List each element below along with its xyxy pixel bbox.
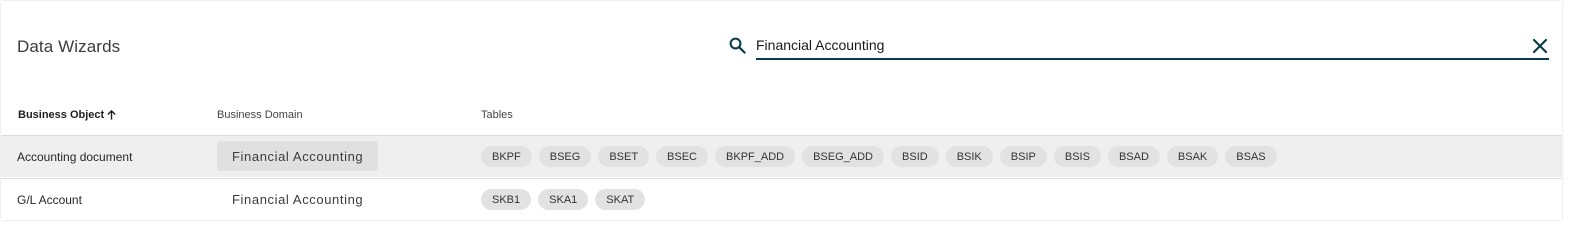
page-title: Data Wizards xyxy=(17,37,121,56)
column-header-tables[interactable]: Tables xyxy=(481,108,513,122)
column-header-business-object[interactable]: Business Object xyxy=(18,108,117,122)
column-header-label: Business Object xyxy=(18,109,105,121)
table-tag[interactable]: SKA1 xyxy=(538,189,589,210)
search-field[interactable] xyxy=(756,32,1549,60)
table-tag[interactable]: SKB1 xyxy=(481,189,532,210)
tables-list: BKPF BSEG BSET BSEC BKPF_ADD BSEG_ADD BS… xyxy=(481,146,1277,167)
data-wizards-panel: Data Wizards Business Object Business Do… xyxy=(1,1,1562,220)
table-row[interactable]: G/L Account Financial Accounting SKB1 SK… xyxy=(1,178,1562,220)
table-tag[interactable]: BKPF_ADD xyxy=(715,146,796,167)
search-input[interactable] xyxy=(756,34,1516,56)
table-tag[interactable]: BSEG xyxy=(538,146,592,167)
search-icon[interactable] xyxy=(728,36,747,55)
table-tag[interactable]: BSIS xyxy=(1053,146,1101,167)
close-icon[interactable] xyxy=(1532,38,1548,54)
table-tag[interactable]: BSET xyxy=(598,146,650,167)
table-tag[interactable]: BSAK xyxy=(1166,146,1219,167)
column-header-label: Tables xyxy=(481,109,513,121)
table-tag[interactable]: BKPF xyxy=(481,146,532,167)
table-tag[interactable]: BSIK xyxy=(945,146,993,167)
table-tag[interactable]: BSAS xyxy=(1225,146,1277,167)
table-tag[interactable]: BSEG_ADD xyxy=(802,146,885,167)
table-tag[interactable]: BSID xyxy=(891,146,939,167)
table-tag[interactable]: BSEC xyxy=(656,146,709,167)
column-header-business-domain[interactable]: Business Domain xyxy=(217,108,303,122)
sort-ascending-icon xyxy=(107,109,116,120)
table-tag[interactable]: BSAD xyxy=(1107,146,1160,167)
tables-list: SKB1 SKA1 SKAT xyxy=(481,189,646,210)
table-tag[interactable]: SKAT xyxy=(595,189,646,210)
business-object-cell: G/L Account xyxy=(17,193,82,207)
table-tag[interactable]: BSIP xyxy=(999,146,1047,167)
business-object-cell: Accounting document xyxy=(17,150,133,164)
column-header-label: Business Domain xyxy=(217,109,303,121)
table-row[interactable]: Accounting document Financial Accounting… xyxy=(1,135,1562,177)
business-domain-chip[interactable]: Financial Accounting xyxy=(217,141,379,171)
business-domain-chip[interactable]: Financial Accounting xyxy=(217,184,378,214)
